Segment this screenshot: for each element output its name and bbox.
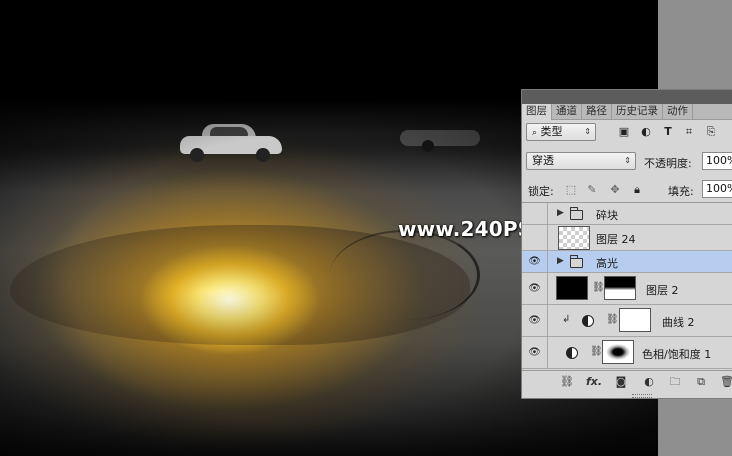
layer-mask-thumbnail[interactable] — [604, 276, 636, 300]
layer-thumbnail — [558, 226, 590, 250]
blend-mode-value: 穿透 — [532, 154, 554, 167]
image-filter-icon[interactable]: ▣ — [618, 126, 630, 138]
layers-panel: 图层 通道 路径 历史记录 动作 ⌕ 类型 ⇕ ▣ ◐ T ⌗ ⎘ 穿透 ⇕ 不… — [521, 89, 732, 399]
updown-arrow-icon: ⇕ — [624, 156, 631, 165]
layer-row-fragments[interactable]: ▶ 碎块 — [522, 203, 732, 225]
fx-icon[interactable]: fx. — [586, 376, 602, 388]
link-icon[interactable]: ⛓︎ — [606, 314, 619, 325]
link-icon[interactable]: ⛓︎ — [592, 282, 605, 293]
layer-mask-thumbnail[interactable] — [602, 340, 634, 364]
opacity-input[interactable]: 100% — [702, 152, 732, 170]
adjustment-layer-icon — [566, 347, 578, 359]
smart-object-filter-icon[interactable]: ⎘ — [705, 126, 717, 138]
tab-history[interactable]: 历史记录 — [612, 104, 663, 120]
new-group-icon[interactable]: 🗀︎ — [668, 376, 682, 388]
layer-row-layer2[interactable]: 👁︎ ⛓︎ 图层 2 — [522, 273, 732, 305]
new-layer-icon[interactable]: ⧉ — [694, 376, 708, 388]
layer-name: 色相/饱和度 1 — [642, 348, 712, 361]
layer-name: 曲线 2 — [662, 316, 695, 329]
lock-all-icon[interactable]: 🔒︎ — [631, 184, 643, 196]
chevron-right-icon[interactable]: ▶ — [557, 208, 564, 218]
lock-label: 锁定: — [528, 185, 554, 198]
layer-row-highlight[interactable]: 👁︎ ▶ 高光 — [522, 251, 732, 273]
tab-actions[interactable]: 动作 — [663, 104, 693, 120]
lock-move-icon[interactable]: ✥ — [609, 184, 621, 196]
new-adjustment-icon[interactable]: ◐ — [642, 376, 656, 388]
delete-layer-icon[interactable]: 🗑︎ — [720, 376, 732, 388]
eye-icon[interactable]: 👁︎ — [522, 273, 548, 304]
layer-thumbnail — [556, 276, 588, 300]
eye-icon[interactable]: 👁︎ — [522, 337, 548, 368]
fill-input[interactable]: 100% — [702, 180, 732, 198]
visibility-toggle-empty[interactable] — [522, 203, 548, 224]
tab-channels[interactable]: 通道 — [552, 104, 582, 120]
adjustment-layer-icon — [582, 315, 594, 327]
filter-kind-select[interactable]: ⌕ 类型 ⇕ — [526, 123, 596, 141]
panel-bottom-bar: ⛓︎ fx. ◙ ◐ 🗀︎ ⧉ 🗑︎ — [522, 370, 732, 394]
layer-list: ▶ 碎块 图层 24 👁︎ ▶ 高光 👁︎ ⛓︎ 图层 2 👁︎ ↲ ⛓︎ 曲线… — [522, 202, 732, 370]
fill-label: 填充: — [668, 185, 694, 198]
visibility-toggle-empty[interactable] — [522, 225, 548, 250]
blend-mode-select[interactable]: 穿透 ⇕ — [526, 152, 636, 170]
panel-resize-grip[interactable] — [632, 394, 652, 398]
shape-filter-icon[interactable]: ⌗ — [683, 126, 695, 138]
layer-name: 碎块 — [596, 209, 618, 222]
folder-icon — [570, 255, 583, 268]
link-icon[interactable]: ⛓︎ — [590, 346, 603, 357]
lock-brush-icon[interactable]: ✎ — [586, 184, 598, 196]
tab-paths[interactable]: 路径 — [582, 104, 612, 120]
updown-arrow-icon: ⇕ — [584, 127, 591, 136]
link-layers-icon[interactable]: ⛓︎ — [560, 376, 574, 388]
lock-transparent-icon[interactable]: ⬚ — [565, 184, 577, 196]
layer-row-hue-saturation1[interactable]: 👁︎ ⛓︎ 色相/饱和度 1 — [522, 337, 732, 369]
eye-icon[interactable]: 👁︎ — [522, 305, 548, 336]
layer-mask-thumbnail[interactable] — [619, 308, 651, 332]
clipping-arrow-icon: ↲ — [562, 314, 571, 325]
filter-kind-label: 类型 — [540, 125, 563, 138]
eye-icon[interactable]: 👁︎ — [522, 251, 548, 272]
layer-name: 图层 24 — [596, 233, 636, 246]
layer-row-layer24[interactable]: 图层 24 — [522, 225, 732, 251]
layer-row-curves2[interactable]: 👁︎ ↲ ⛓︎ 曲线 2 — [522, 305, 732, 337]
adjustment-filter-icon[interactable]: ◐ — [640, 126, 652, 138]
type-filter-icon[interactable]: T — [662, 126, 674, 138]
folder-icon — [570, 207, 583, 220]
chevron-right-icon[interactable]: ▶ — [557, 256, 564, 266]
panel-tabs: 图层 通道 路径 历史记录 动作 — [522, 104, 732, 120]
layer-name: 高光 — [596, 257, 618, 270]
add-mask-icon[interactable]: ◙ — [614, 376, 628, 388]
opacity-label: 不透明度: — [644, 157, 692, 170]
tab-layers[interactable]: 图层 — [522, 104, 552, 120]
search-icon: ⌕ — [532, 128, 538, 138]
layer-name: 图层 2 — [646, 284, 679, 297]
panel-title-bar[interactable] — [522, 90, 732, 104]
